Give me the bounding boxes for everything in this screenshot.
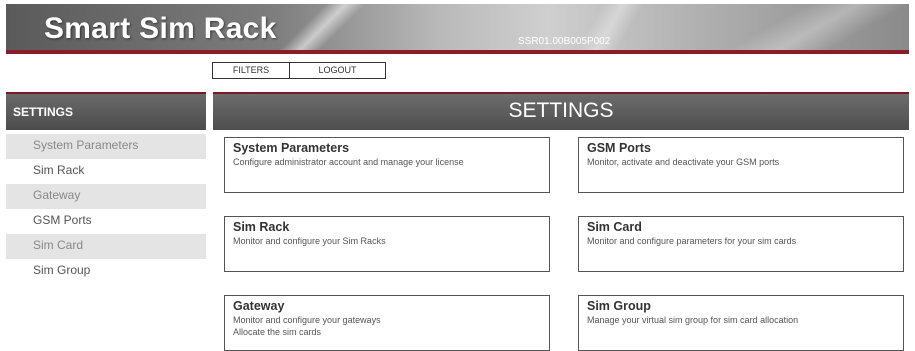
- header-stripe: [6, 50, 909, 54]
- card-description: Manage your virtual sim group for sim ca…: [587, 314, 798, 326]
- sidebar-item-sim-card[interactable]: Sim Card: [6, 234, 206, 259]
- card-description: Monitor, activate and deactivate your GS…: [587, 156, 779, 168]
- sidebar-nav: System Parameters Sim Rack Gateway GSM P…: [6, 134, 206, 284]
- sidebar-item-system-parameters[interactable]: System Parameters: [6, 134, 206, 159]
- card-title: Sim Card: [587, 220, 642, 234]
- card-gateway[interactable]: Gateway Monitor and configure your gatew…: [224, 295, 550, 351]
- card-description-line: Monitor and configure your gateways: [233, 315, 381, 325]
- logout-button[interactable]: LOGOUT: [290, 63, 385, 78]
- card-title: GSM Ports: [587, 141, 651, 155]
- card-sim-rack[interactable]: Sim Rack Monitor and configure your Sim …: [224, 216, 550, 272]
- card-description: Configure administrator account and mana…: [233, 156, 464, 168]
- page-title: SETTINGS: [508, 99, 614, 122]
- card-description-line: Monitor and configure your Sim Racks: [233, 236, 386, 246]
- card-sim-card[interactable]: Sim Card Monitor and configure parameter…: [578, 216, 904, 272]
- main-header: SETTINGS: [213, 92, 909, 130]
- sidebar-item-gateway[interactable]: Gateway: [6, 184, 206, 209]
- card-description-line: Configure administrator account and mana…: [233, 157, 464, 167]
- device-id: SSR01.00B005P002: [518, 36, 611, 47]
- card-title: Sim Rack: [233, 220, 290, 234]
- card-description-line: Monitor, activate and deactivate your GS…: [587, 157, 780, 167]
- card-description: Monitor and configure your Sim Racks: [233, 235, 386, 247]
- card-description: Monitor and configure your gateways Allo…: [233, 314, 381, 338]
- sidebar-item-sim-rack[interactable]: Sim Rack: [6, 159, 206, 184]
- card-system-parameters[interactable]: System Parameters Configure administrato…: [224, 137, 550, 193]
- sidebar-item-gsm-ports[interactable]: GSM Ports: [6, 209, 206, 234]
- sidebar-item-sim-group[interactable]: Sim Group: [6, 259, 206, 284]
- card-title: Sim Group: [587, 299, 651, 313]
- sidebar-header: SETTINGS: [6, 92, 206, 130]
- app-title: Smart Sim Rack: [44, 12, 277, 45]
- filters-button[interactable]: FILTERS: [213, 63, 290, 78]
- card-description-line: Monitor and configure parameters for you…: [587, 236, 797, 246]
- card-gsm-ports[interactable]: GSM Ports Monitor, activate and deactiva…: [578, 137, 904, 193]
- card-title: Gateway: [233, 299, 285, 313]
- card-sim-group[interactable]: Sim Group Manage your virtual sim group …: [578, 295, 904, 351]
- sidebar-title: SETTINGS: [13, 105, 74, 119]
- card-title: System Parameters: [233, 141, 350, 155]
- header-banner: Smart Sim Rack SSR01.00B005P002: [6, 4, 909, 54]
- card-description-line: Allocate the sim cards: [233, 327, 322, 337]
- card-description: Monitor and configure parameters for you…: [587, 235, 796, 247]
- top-button-bar: FILTERS LOGOUT: [212, 62, 386, 79]
- banner-decoration: [706, 4, 906, 54]
- card-description-line: Manage your virtual sim group for sim ca…: [587, 315, 799, 325]
